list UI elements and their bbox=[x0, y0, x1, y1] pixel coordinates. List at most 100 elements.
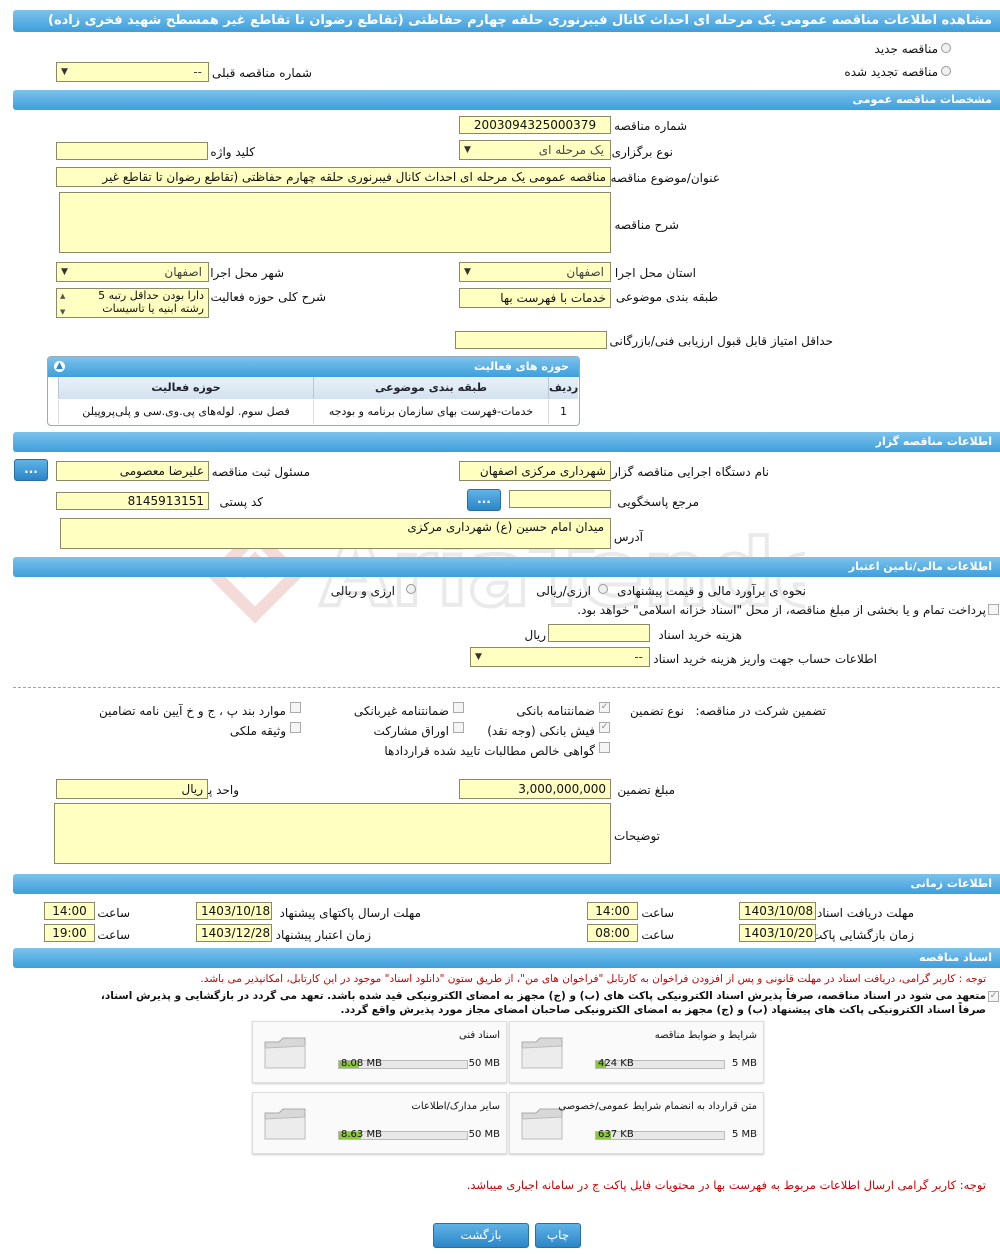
opening-time-field[interactable]: 08:00 bbox=[587, 924, 638, 942]
category-label: طبقه بندی موضوعی bbox=[615, 290, 718, 304]
file-technical[interactable]: اسناد فنی 50 MB 8.08 MB bbox=[252, 1021, 507, 1083]
chevron-down-icon: ▼ bbox=[464, 267, 471, 277]
organizer-section-header: اطلاعات مناقصه گزار bbox=[13, 432, 1000, 452]
subject-label: عنوان/موضوع مناقصه bbox=[610, 171, 720, 185]
description-label: شرح مناقصه bbox=[614, 218, 679, 232]
radio-rial[interactable] bbox=[598, 584, 608, 594]
radio-new-tender[interactable] bbox=[941, 43, 951, 53]
address-field[interactable]: میدان امام حسین (ع) شهرداری مرکزی bbox=[60, 518, 611, 549]
chk-bank-guarantee[interactable]: ✓ bbox=[599, 702, 610, 713]
registrar-label: مسئول ثبت مناقصه bbox=[211, 465, 310, 479]
holding-type-label: نوع برگزاری bbox=[611, 145, 673, 159]
guarantee-type-label: نوع تضمین bbox=[630, 704, 684, 718]
file-contract[interactable]: متن قرارداد به انضمام شرایط عمومی/خصوصی … bbox=[509, 1092, 764, 1154]
guarantee-amount-label: مبلغ تضمین bbox=[617, 783, 675, 797]
postal-code-label: کد پستی bbox=[219, 495, 264, 509]
chk-claims[interactable] bbox=[599, 742, 610, 753]
chk-nonbank-guarantee[interactable] bbox=[453, 702, 464, 713]
city-value: اصفهان bbox=[164, 265, 202, 279]
opening-date-field[interactable]: 1403/10/20 bbox=[739, 924, 816, 942]
description-field[interactable] bbox=[59, 192, 611, 253]
activity-desc-label: شرح کلی حوزه فعالیت bbox=[210, 290, 327, 304]
validity-time-field[interactable]: 19:00 bbox=[44, 924, 95, 942]
prev-number-value: -- bbox=[193, 65, 202, 79]
col-field: حوزه فعالیت bbox=[58, 377, 313, 399]
min-score-field[interactable] bbox=[455, 331, 607, 349]
guarantee-amount-field[interactable]: 3,000,000,000 bbox=[459, 779, 611, 799]
reference-field[interactable] bbox=[509, 490, 611, 508]
divider bbox=[13, 687, 1000, 688]
submit-time-field[interactable]: 14:00 bbox=[44, 902, 95, 920]
file-name: سایر مدارک/اطلاعات bbox=[411, 1101, 500, 1112]
category-field[interactable]: خدمات با فهرست بها bbox=[459, 288, 611, 308]
documents-section-header: اسناد مناقصه bbox=[13, 948, 1000, 968]
subject-field[interactable]: مناقصه عمومی یک مرحله ای احداث کانال فیب… bbox=[56, 167, 611, 187]
table-row-number: 1 bbox=[548, 400, 578, 424]
submit-date-field[interactable]: 1403/10/18 bbox=[196, 902, 272, 920]
print-button[interactable]: چاپ bbox=[535, 1223, 581, 1248]
estimate-label: نحوه ی برآورد مالی و قیمت پیشنهادی bbox=[617, 584, 806, 598]
claims-label: گواهی خالص مطالبات تایید شده قراردادها bbox=[384, 744, 595, 758]
bank-guarantee-label: ضمانتنامه بانکی bbox=[516, 704, 595, 718]
org-name-field[interactable]: شهرداری مرکزی اصفهان bbox=[459, 461, 611, 481]
treasury-checkbox[interactable] bbox=[988, 604, 999, 615]
account-select[interactable]: -- ▼ bbox=[470, 647, 650, 667]
province-select[interactable]: اصفهان ▼ bbox=[459, 262, 611, 282]
file-max: 5 MB bbox=[731, 1058, 757, 1069]
file-terms[interactable]: شرایط و ضوابط مناقصه 5 MB 424 KB bbox=[509, 1021, 764, 1083]
holding-type-value: یک مرحله ای bbox=[538, 143, 604, 157]
submit-deadline-label: مهلت ارسال پاکتهای پیشنهاد bbox=[279, 906, 421, 920]
radio-renewed-tender[interactable] bbox=[941, 66, 951, 76]
file-name: اسناد فنی bbox=[459, 1030, 500, 1041]
receive-time-field[interactable]: 14:00 bbox=[587, 902, 638, 920]
tender-number-label: شماره مناقصه bbox=[614, 119, 687, 133]
scroll-up-icon[interactable]: ▲ bbox=[60, 290, 65, 303]
province-label: استان محل اجرا bbox=[614, 266, 696, 280]
chk-bank-receipt[interactable]: ✓ bbox=[599, 722, 610, 733]
doc-fee-field[interactable] bbox=[548, 624, 650, 642]
prev-number-label: شماره مناقصه قبلی bbox=[212, 66, 312, 80]
property-label: وثیقه ملکی bbox=[229, 724, 286, 738]
validity-time-label: ساعت bbox=[97, 928, 130, 942]
price-list-note: توجه: کاربر گرامی ارسال اطلاعات مربوط به… bbox=[466, 1178, 986, 1192]
chk-property[interactable] bbox=[290, 722, 301, 733]
holding-type-select[interactable]: یک مرحله ای ▼ bbox=[459, 140, 611, 160]
folder-icon bbox=[264, 1037, 306, 1069]
reference-lookup-button[interactable]: ... bbox=[467, 489, 501, 511]
tender-number-field[interactable]: 2003094325000379 bbox=[459, 116, 611, 134]
doc-fee-unit: ریال bbox=[524, 628, 546, 642]
activity-grid: حوزه های فعالیت ▲ ردیف طبقه بندی موضوعی … bbox=[47, 356, 580, 426]
back-button[interactable]: بازگشت bbox=[433, 1223, 529, 1248]
file-max: 50 MB bbox=[468, 1129, 500, 1140]
finance-section-header: اطلاعات مالی/تامین اعتبار bbox=[13, 557, 1000, 577]
validity-date-field[interactable]: 1403/12/28 bbox=[196, 924, 272, 942]
page-title: مشاهده اطلاعات مناقصه عمومی یک مرحله ای … bbox=[13, 10, 1000, 32]
min-score-label: حداقل امتیاز قابل قبول ارزیابی فنی/بازرگ… bbox=[609, 334, 833, 348]
file-name: متن قرارداد به انضمام شرایط عمومی/خصوصی bbox=[558, 1101, 757, 1112]
receive-date-field[interactable]: 1403/10/08 bbox=[739, 902, 816, 920]
file-size: 637 KB bbox=[598, 1129, 634, 1140]
city-select[interactable]: اصفهان ▼ bbox=[56, 262, 209, 282]
radio-currency-rial[interactable] bbox=[406, 584, 416, 594]
chk-regulation[interactable] bbox=[290, 702, 301, 713]
notes-field[interactable] bbox=[54, 803, 611, 864]
prev-number-select[interactable]: -- ▼ bbox=[56, 62, 209, 82]
registrar-field[interactable]: علیرضا معصومی bbox=[56, 461, 209, 481]
commitment-checkbox[interactable]: ✓ bbox=[988, 991, 999, 1002]
commitment-line1: متعهد می شود در اسناد مناقصه، صرفاً پذیر… bbox=[100, 990, 986, 1002]
table-row-field: فصل سوم. لوله‌های پی.وی.سی و پلی‌پروپیلن bbox=[58, 400, 313, 424]
scroll-down-icon[interactable]: ▼ bbox=[60, 306, 65, 319]
registrar-lookup-button[interactable]: ... bbox=[14, 459, 48, 481]
account-value: -- bbox=[634, 650, 643, 664]
keyword-field[interactable] bbox=[56, 142, 208, 160]
folder-icon bbox=[521, 1037, 563, 1069]
chk-bonds[interactable] bbox=[453, 722, 464, 733]
guarantee-label: تضمین شرکت در مناقصه: bbox=[695, 704, 826, 718]
postal-code-field[interactable]: 8145913151 bbox=[56, 492, 209, 510]
file-size: 8.08 MB bbox=[341, 1058, 382, 1069]
collapse-icon[interactable]: ▲ bbox=[54, 361, 65, 372]
file-other[interactable]: سایر مدارک/اطلاعات 50 MB 8.63 MB bbox=[252, 1092, 507, 1154]
address-label: آدرس bbox=[613, 530, 643, 544]
currency-field[interactable]: ریال bbox=[56, 779, 208, 799]
activity-desc-field[interactable]: دارا بودن حداقل رتبه 5 رشته ابنیه یا تاس… bbox=[56, 288, 209, 318]
